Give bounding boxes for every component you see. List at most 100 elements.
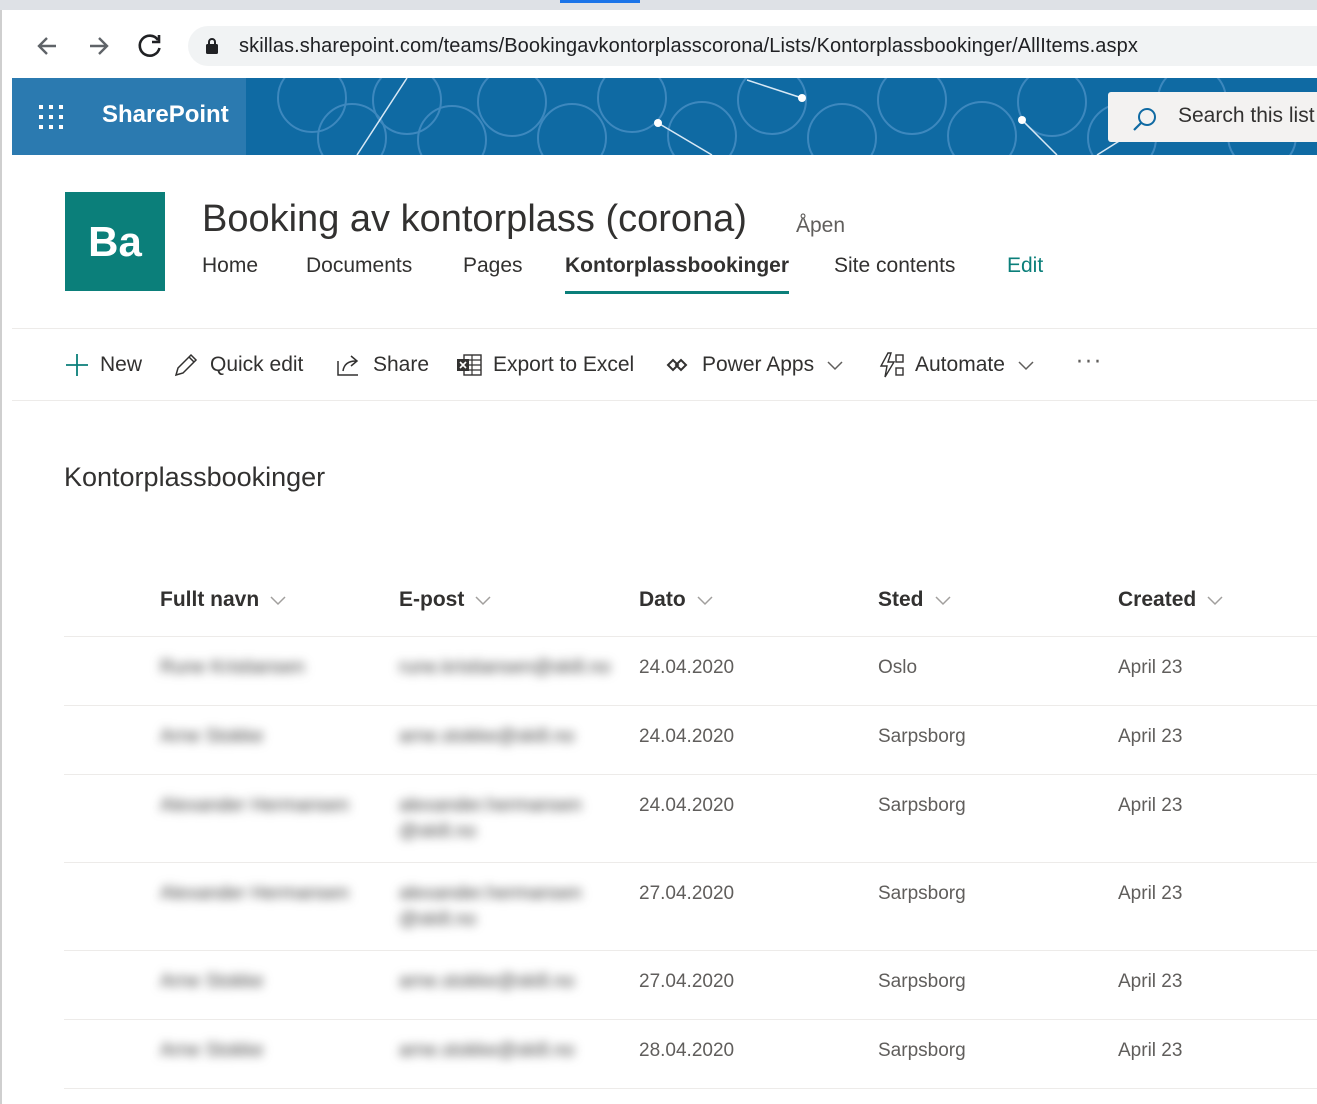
- table-row[interactable]: Arne Stokke arne.stokke@skill.no 27.04.2…: [64, 951, 1317, 1020]
- chevron-down-icon: [934, 596, 951, 606]
- cell-created: April 23: [1118, 795, 1183, 816]
- header-divider: [12, 328, 1317, 329]
- chevron-down-icon: [697, 596, 713, 606]
- list-header-row: Fullt navn E-post Dato Sted Created: [64, 566, 1317, 637]
- column-header-fullt-navn[interactable]: Fullt navn: [160, 588, 287, 612]
- new-button[interactable]: New: [64, 348, 142, 382]
- column-label: Dato: [639, 588, 686, 611]
- cell-created: April 23: [1118, 726, 1183, 747]
- nav-edit-link[interactable]: Edit: [1007, 254, 1043, 291]
- cell-fullt-navn: Alexander Hermansen: [160, 883, 350, 904]
- column-label: Fullt navn: [160, 588, 260, 611]
- share-icon: [337, 355, 359, 376]
- nav-documents[interactable]: Documents: [306, 254, 412, 291]
- column-label: Created: [1118, 588, 1197, 611]
- browser-toolbar: skillas.sharepoint.com/teams/Bookingavko…: [12, 10, 1317, 78]
- quick-edit-label: Quick edit: [210, 353, 304, 376]
- chevron-down-icon: [1018, 361, 1034, 371]
- forward-arrow-icon[interactable]: [84, 32, 112, 60]
- cell-e-post: alexander.hermansen: [399, 795, 582, 816]
- automate-icon: [879, 352, 904, 378]
- cell-dato: 24.04.2020: [639, 726, 735, 747]
- share-button[interactable]: Share: [335, 348, 429, 382]
- cell-e-post: arne.stokke@skill.no: [399, 726, 575, 747]
- column-header-e-post[interactable]: E-post: [399, 588, 492, 612]
- plus-icon: [66, 354, 88, 376]
- command-bar: New Quick edit Share Export to Excel Pow…: [12, 330, 1317, 400]
- nav-home[interactable]: Home: [202, 254, 258, 291]
- power-apps-icon: [666, 358, 688, 372]
- cell-e-post-line2: @skill.no: [399, 821, 477, 842]
- back-arrow-icon[interactable]: [34, 32, 62, 60]
- column-header-created[interactable]: Created: [1118, 588, 1224, 612]
- nav-kontorplassbookinger[interactable]: Kontorplassbookinger: [565, 254, 790, 294]
- cell-sted: Sarpsborg: [878, 726, 966, 747]
- reload-icon[interactable]: [136, 32, 164, 60]
- cell-created: April 23: [1118, 1040, 1183, 1061]
- power-apps-button[interactable]: Power Apps: [666, 348, 844, 382]
- cell-e-post: rune.kristiansen@skill.no: [399, 657, 611, 678]
- cell-e-post-line2: @skill.no: [399, 909, 477, 930]
- list-body: Rune Kristiansen rune.kristiansen@skill.…: [64, 637, 1317, 1089]
- chevron-down-icon: [1207, 596, 1223, 606]
- automate-label: Automate: [915, 353, 1005, 376]
- automate-button[interactable]: Automate: [877, 348, 1035, 382]
- nav-pages[interactable]: Pages: [463, 254, 523, 291]
- app-launcher-icon[interactable]: [38, 104, 64, 130]
- cell-fullt-navn: Rune Kristiansen: [160, 657, 305, 678]
- cell-fullt-navn: Arne Stokke: [160, 726, 264, 747]
- pencil-icon: [174, 353, 198, 377]
- table-row[interactable]: Alexander Hermansen alexander.hermansen …: [64, 863, 1317, 951]
- browser-tabstrip: [0, 0, 1317, 10]
- search-box[interactable]: [1108, 92, 1317, 142]
- list-title: Kontorplassbookinger: [64, 462, 326, 492]
- cell-dato: 24.04.2020: [639, 795, 735, 816]
- new-label: New: [100, 353, 143, 376]
- share-label: Share: [373, 353, 430, 376]
- nav-site-contents[interactable]: Site contents: [834, 254, 955, 291]
- active-tab-indicator: [560, 0, 640, 3]
- lock-icon: [206, 38, 218, 54]
- table-row[interactable]: Alexander Hermansen alexander.hermansen …: [64, 775, 1317, 863]
- window-edge: [0, 0, 2, 1104]
- export-label: Export to Excel: [493, 353, 635, 376]
- cell-dato: 27.04.2020: [639, 971, 735, 992]
- cell-e-post: arne.stokke@skill.no: [399, 971, 575, 992]
- sharepoint-home-link[interactable]: SharePoint: [102, 101, 229, 129]
- more-options-icon[interactable]: ···: [1076, 350, 1103, 375]
- table-row[interactable]: Rune Kristiansen rune.kristiansen@skill.…: [64, 637, 1317, 706]
- column-label: E-post: [399, 588, 465, 611]
- excel-icon: [457, 354, 482, 376]
- power-apps-label: Power Apps: [702, 353, 815, 376]
- site-title[interactable]: Booking av kontorplass (corona): [202, 198, 747, 241]
- cell-sted: Sarpsborg: [878, 971, 966, 992]
- chevron-down-icon: [827, 361, 843, 371]
- cell-e-post: alexander.hermansen: [399, 883, 582, 904]
- url-text: skillas.sharepoint.com/teams/Bookingavko…: [239, 35, 1138, 57]
- chevron-down-icon: [270, 596, 286, 606]
- sharepoint-suite-bar: SharePoint: [12, 78, 1317, 155]
- column-label: Sted: [878, 588, 924, 611]
- cell-created: April 23: [1118, 657, 1183, 678]
- chevron-down-icon: [475, 596, 491, 606]
- export-to-excel-button[interactable]: Export to Excel: [455, 348, 634, 382]
- column-header-sted[interactable]: Sted: [878, 588, 952, 612]
- cell-fullt-navn: Arne Stokke: [160, 971, 264, 992]
- table-row[interactable]: Arne Stokke arne.stokke@skill.no 28.04.2…: [64, 1020, 1317, 1089]
- privacy-label: Åpen: [796, 214, 846, 237]
- cell-dato: 28.04.2020: [639, 1040, 735, 1061]
- search-icon: [1133, 108, 1156, 131]
- command-bar-divider: [12, 400, 1317, 401]
- cell-created: April 23: [1118, 883, 1183, 904]
- quick-edit-button[interactable]: Quick edit: [172, 348, 303, 382]
- column-header-dato[interactable]: Dato: [639, 588, 714, 612]
- cell-sted: Sarpsborg: [878, 883, 966, 904]
- table-row[interactable]: Arne Stokke arne.stokke@skill.no 24.04.2…: [64, 706, 1317, 775]
- cell-e-post: arne.stokke@skill.no: [399, 1040, 575, 1061]
- search-input[interactable]: [1178, 100, 1317, 132]
- cell-sted: Sarpsborg: [878, 1040, 966, 1061]
- site-logo[interactable]: Ba: [65, 192, 165, 291]
- address-bar[interactable]: skillas.sharepoint.com/teams/Bookingavko…: [188, 26, 1317, 66]
- cell-dato: 27.04.2020: [639, 883, 735, 904]
- cell-fullt-navn: Arne Stokke: [160, 1040, 264, 1061]
